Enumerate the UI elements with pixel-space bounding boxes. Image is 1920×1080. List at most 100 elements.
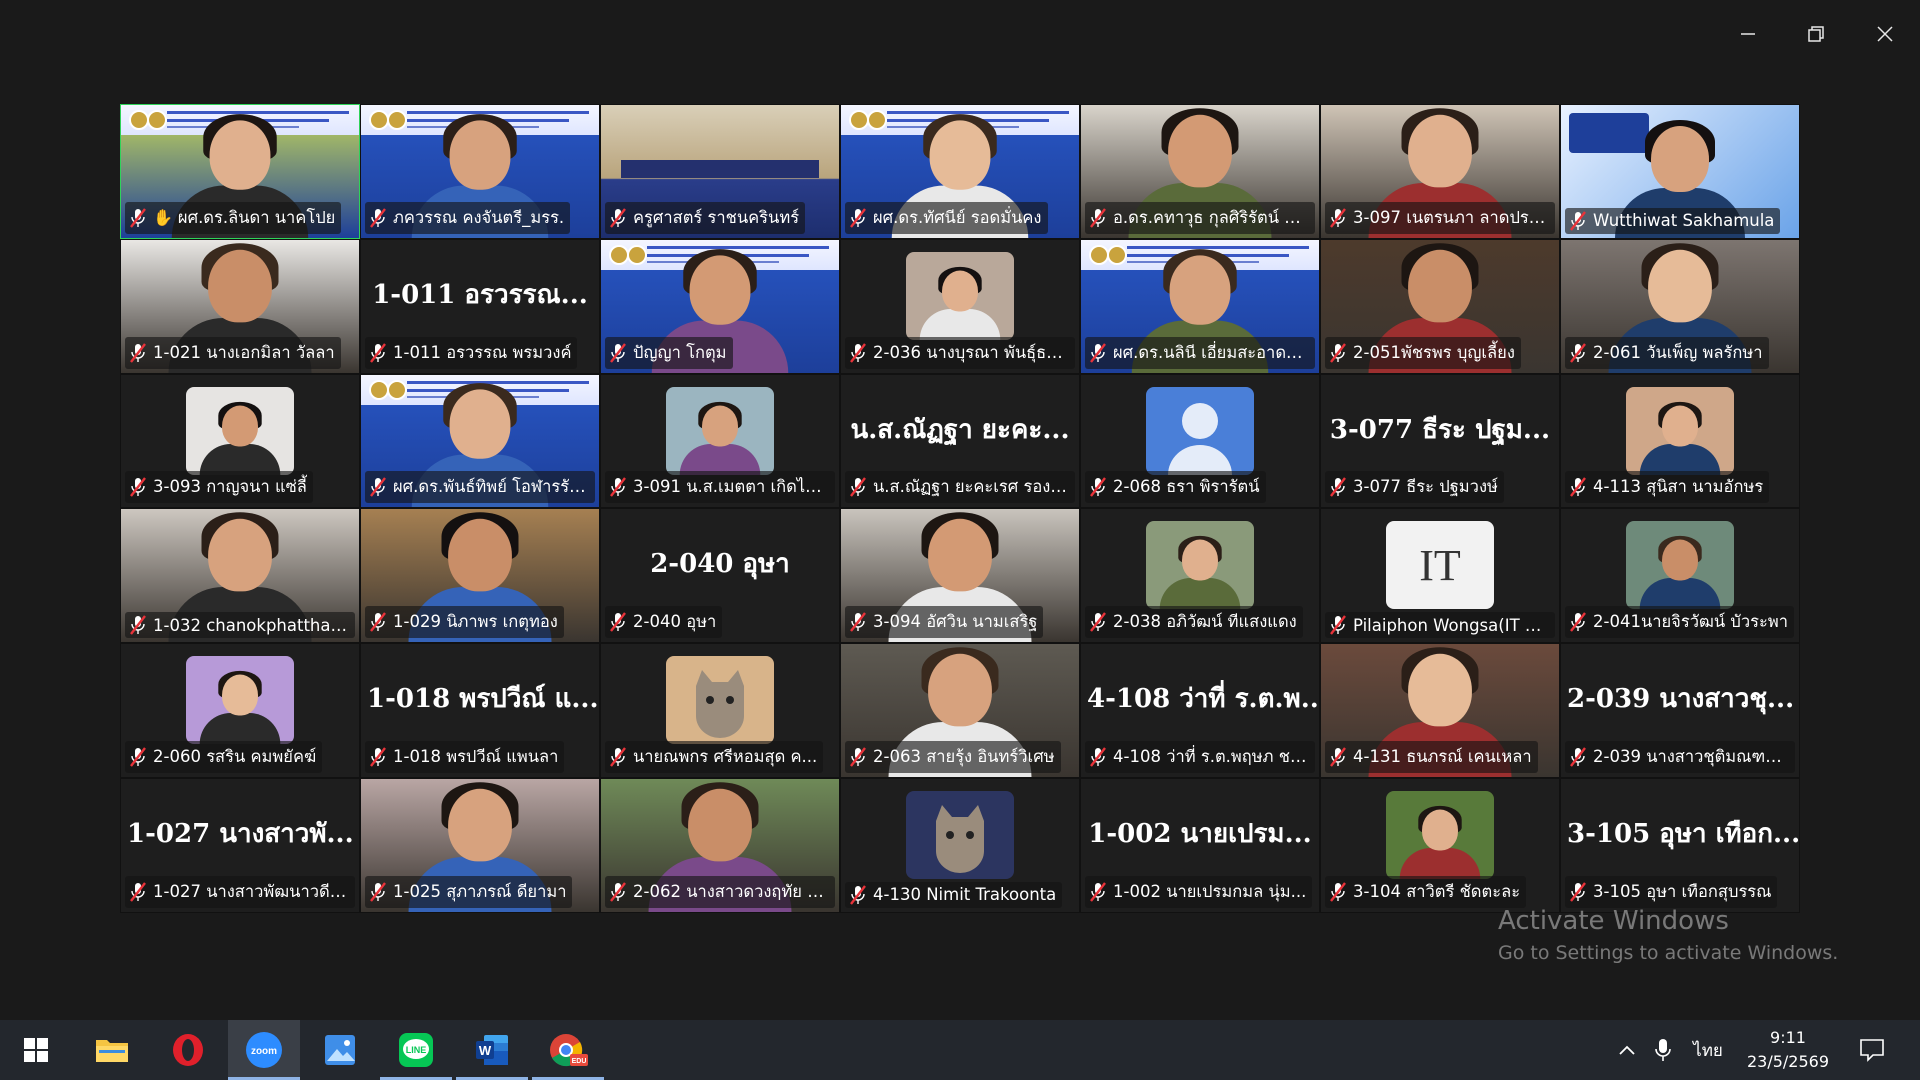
participant-figure [1159, 536, 1241, 610]
watermark-title: Activate Windows [1498, 906, 1729, 936]
word-icon: W [476, 1035, 508, 1065]
participant-tile[interactable]: ปัญญา โกตุม [600, 238, 840, 374]
participant-name: 1-027 นางสาวพัฒนาวดี ... [153, 881, 349, 901]
participant-tile[interactable]: 1-032 chanokphattharin [120, 508, 360, 644]
participant-tile[interactable]: 1-011 อรวรรณ... 1-011 อรวรรณ พรมวงค์ [360, 238, 600, 374]
microphone-tray-button[interactable] [1648, 1020, 1678, 1080]
participant-tile[interactable]: 2-068 ธรา พิรารัตน์ [1080, 373, 1320, 509]
participant-tile[interactable]: 1-018 พรปวีณ์ แ... 1-018 พรปวีณ์ แพนลา [360, 643, 600, 778]
participant-tile[interactable]: นายณพกร ศรีหอมสุด ค... [600, 643, 840, 778]
muted-mic-icon [370, 747, 386, 767]
participant-tile[interactable]: 2-063 สายรุ้ง อินทร์วิเศษ [840, 643, 1080, 778]
participant-name: 2-060 รสริน คมพยัคฆ์ [153, 746, 317, 766]
participant-video [906, 251, 1014, 340]
participant-name: ผศ.ดร.นลินี เอี่ยมสะอาด_ม... [1113, 342, 1309, 362]
close-button[interactable] [1862, 14, 1908, 54]
participant-tile[interactable]: ผศ.ดร.พันธ์ทิพย์ โอฬารรัต... [360, 373, 600, 509]
participant-name-label: 4-108 ว่าที่ ร.ต.พฤษภ ชอ... [1085, 740, 1315, 773]
participant-tile[interactable]: 3-077 ธีระ ปฐม... 3-077 ธีระ ปฐมวงษ์ [1320, 373, 1560, 509]
participant-name: 2-036 นางบุรณา พันธุ์ธร... [873, 342, 1069, 362]
participant-name: ครูศาสตร์ ราชนครินทร์ [633, 207, 800, 227]
photos-button[interactable] [304, 1020, 376, 1080]
participant-tile[interactable]: 4-108 ว่าที่ ร.ต.พ... 4-108 ว่าที่ ร.ต.พฤ… [1080, 643, 1320, 778]
participant-tile[interactable]: ครูศาสตร์ ราชนครินทร์ [600, 104, 840, 239]
taskbar-clock[interactable]: 9:11 23/5/2569 [1722, 1026, 1854, 1074]
participant-tile[interactable]: 2-061 วันเพ็ญ พลรักษา [1560, 238, 1800, 374]
participant-tile[interactable]: 3-104 สาวิตรี ชัดตะละ [1320, 777, 1560, 913]
participant-tile[interactable]: ผศ.ดร.นลินี เอี่ยมสะอาด_ม... [1080, 238, 1320, 374]
participant-tile[interactable]: 4-113 สุนิสา นามอักษร [1560, 373, 1800, 509]
participant-figure [199, 401, 281, 475]
chevron-up-icon [1619, 1045, 1635, 1055]
participant-tile[interactable]: 3-091 น.ส.เมตตา เกิดไพ... [600, 373, 840, 509]
muted-mic-icon [1090, 477, 1106, 498]
participant-tile[interactable]: 2-036 นางบุรณา พันธุ์ธร... [840, 238, 1080, 374]
notification-center-button[interactable] [1850, 1020, 1894, 1080]
muted-mic-icon [1330, 208, 1346, 228]
user-avatar-icon [1168, 402, 1232, 475]
muted-mic-icon [1330, 342, 1346, 363]
participant-tile[interactable]: น.ส.ณัฏฐา ยะคะ... น.ส.ณัฏฐา ยะคะเรศ รอง ผ… [840, 373, 1080, 509]
participant-name: 3-091 น.ส.เมตตา เกิดไพ... [633, 477, 829, 497]
participant-tile[interactable]: 3-093 กาญจนา แซ่ลี้ [120, 373, 360, 509]
participant-name-label: Wutthiwat Sakhamula [1565, 207, 1781, 234]
participant-tile[interactable]: 1-027 นางสาวพั... 1-027 นางสาวพัฒนาวดี ..… [120, 777, 360, 913]
participant-tile[interactable]: 1-002 นายเปรม... 1-002 นายเปรมกมล นุ่ม... [1080, 777, 1320, 913]
participant-tile[interactable]: 2-062 นางสาวดวงฤทัย ส... [600, 777, 840, 913]
opera-button[interactable] [152, 1020, 224, 1080]
participant-tile[interactable]: 4-130 Nimit Trakoonta [840, 777, 1080, 913]
minimize-button[interactable] [1725, 14, 1771, 54]
participant-name-label: ผศ.ดร.พันธ์ทิพย์ โอฬารรัต... [365, 471, 595, 504]
participant-picture [666, 656, 774, 745]
participant-tile[interactable]: 1-021 นางเอกมิลา วัลลา [120, 238, 360, 374]
participant-name-label: อ.ดร.คทาวุธ กุลศิริรัตน์ มรร. [1085, 201, 1315, 234]
word-button[interactable]: W [456, 1020, 528, 1080]
participant-tile[interactable]: 3-097 เนตรนภา ลาดประ... [1320, 104, 1560, 239]
muted-mic-icon [1330, 477, 1346, 498]
participant-tile[interactable]: ภควรรณ คงจันตรี_มรร. [360, 104, 600, 239]
show-hidden-icons-button[interactable] [1614, 1020, 1640, 1080]
participant-tile[interactable]: 1-025 สุภาภรณ์ ดียามา [360, 777, 600, 913]
participant-tile[interactable]: อ.ดร.คทาวุธ กุลศิริรัตน์ มรร. [1080, 104, 1320, 239]
participant-tile[interactable]: 2-039 นางสาวชุ... 2-039 นางสาวชุติมณฑน์ .… [1560, 643, 1800, 778]
participant-name-label: 2-060 รสริน คมพยัคฆ์ [125, 740, 323, 773]
restore-button[interactable] [1793, 14, 1839, 54]
participant-tile[interactable]: IT Pilaiphon Wongsa(IT S... [1320, 508, 1560, 644]
participant-display-name: 1-011 อรวรรณ... [372, 279, 588, 310]
participant-name: 2-051พัชรพร บุญเลี้ยง [1353, 342, 1515, 362]
muted-mic-icon [370, 208, 386, 228]
participant-tile[interactable]: 4-131 ธนภรณ์ เคนเหลา [1320, 643, 1560, 778]
participant-tile[interactable]: 2-041นายจิรวัฒน์ บัวระพา [1560, 508, 1800, 644]
participant-figure [199, 671, 281, 745]
participant-tile[interactable]: 2-051พัชรพร บุญเลี้ยง [1320, 238, 1560, 374]
participant-name-label: 1-027 นางสาวพัฒนาวดี ... [125, 875, 355, 908]
muted-mic-icon [1090, 747, 1106, 767]
participant-name-label: 1-021 นางเอกมิลา วัลลา [125, 336, 341, 369]
file-explorer-button[interactable] [76, 1020, 148, 1080]
chrome-button[interactable]: EDU [532, 1020, 604, 1080]
photos-icon [325, 1035, 355, 1065]
participant-tile[interactable]: ผศ.ดร.ทัศนีย์ รอดมั่นคง [840, 104, 1080, 239]
participant-name-label: ปัญญา โกตุม [605, 336, 733, 369]
zoom-button[interactable]: zoom [228, 1020, 300, 1080]
participant-name-label: 3-093 กาญจนา แซ่ลี้ [125, 471, 313, 504]
participant-name-label: 3-094 อัศวิน นามเสริฐ [845, 606, 1044, 639]
participant-name: ผศ.ดร.พันธ์ทิพย์ โอฬารรัต... [393, 477, 589, 497]
participant-tile[interactable]: 2-060 รสริน คมพยัคฆ์ [120, 643, 360, 778]
muted-mic-icon [610, 612, 626, 632]
participant-name-label: 1-002 นายเปรมกมล นุ่ม... [1085, 875, 1313, 908]
participant-tile[interactable]: 3-105 อุษา เทือก... 3-105 อุษา เทือกสุบรร… [1560, 777, 1800, 913]
participant-name-label: 2-040 อุษา [605, 606, 723, 639]
line-button[interactable]: LINE [380, 1020, 452, 1080]
participant-tile[interactable]: 2-040 อุษา 2-040 อุษา [600, 508, 840, 644]
participant-tile[interactable]: 3-094 อัศวิน นามเสริฐ [840, 508, 1080, 644]
line-icon: LINE [399, 1033, 433, 1067]
start-button[interactable] [0, 1020, 72, 1080]
participant-tile[interactable]: 1-029 นิภาพร เกตุทอง [360, 508, 600, 644]
participant-tile[interactable]: ✋ ผศ.ดร.ลินดา นาคโปย [120, 104, 360, 239]
participant-name: 3-105 อุษา เทือกสุบรรณ [1593, 881, 1772, 901]
participant-name: 3-104 สาวิตรี ชัดตะละ [1353, 881, 1521, 901]
participant-tile[interactable]: Wutthiwat Sakhamula [1560, 104, 1800, 239]
participant-name: 2-062 นางสาวดวงฤทัย ส... [633, 881, 829, 901]
participant-tile[interactable]: 2-038 อภิวัฒน์ ทีแสงแดง [1080, 508, 1320, 644]
